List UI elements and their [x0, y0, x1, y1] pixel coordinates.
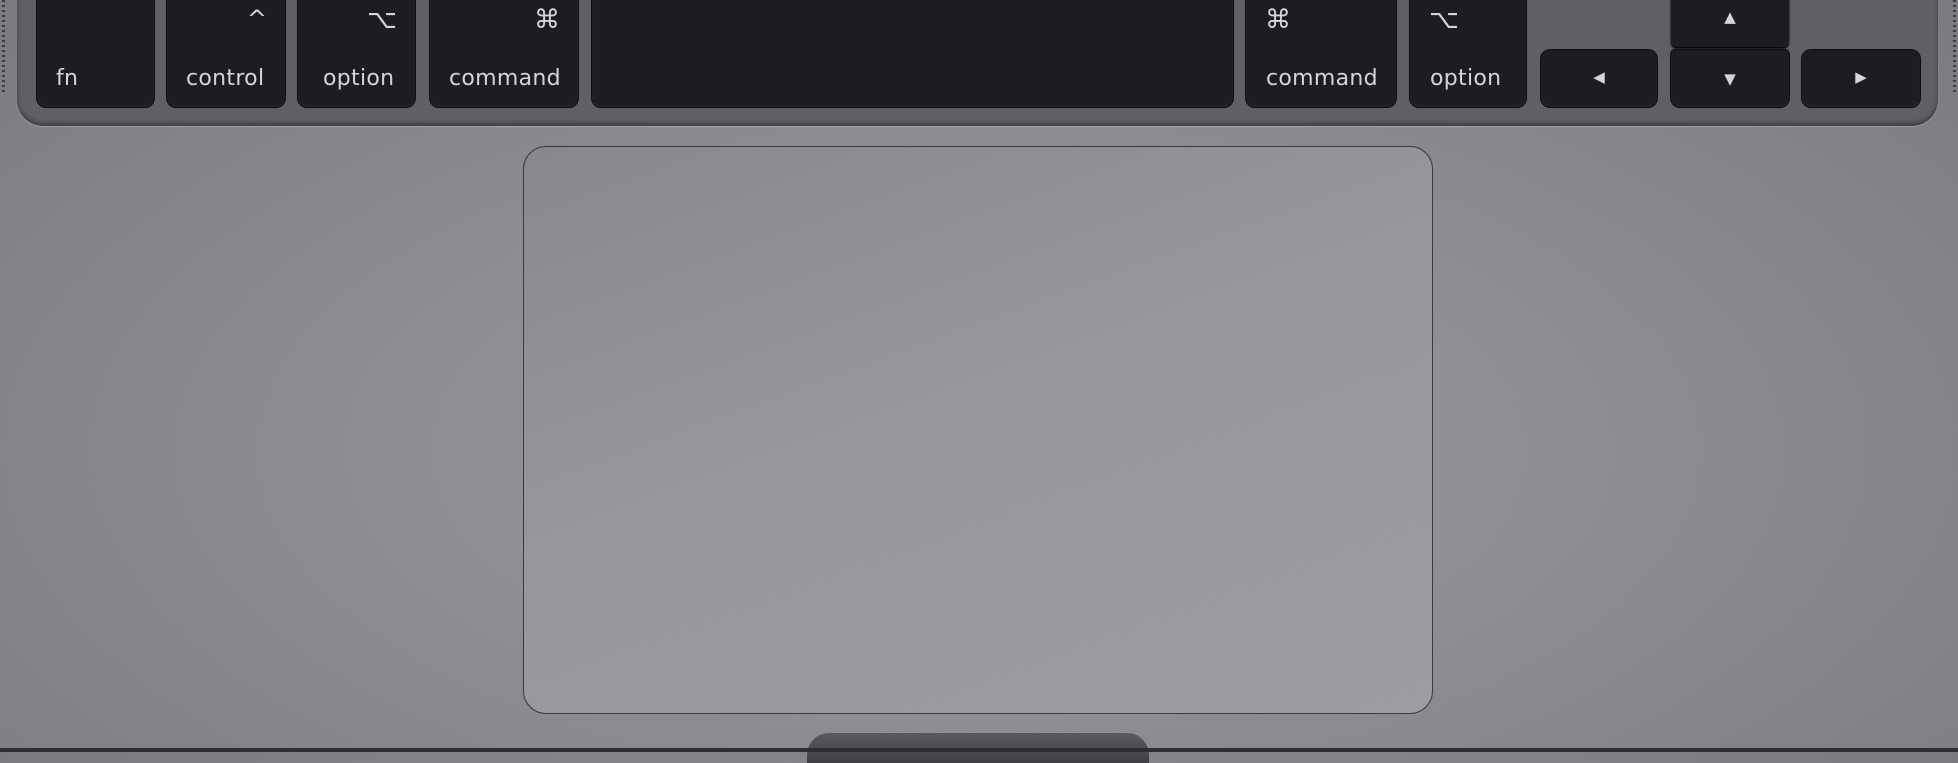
option-key-right[interactable]: ⌥ option [1410, 0, 1526, 107]
key-label: command [1266, 66, 1378, 91]
arrow-up-icon: ▲ [1724, 8, 1736, 26]
arrow-up-key[interactable]: ▲ [1671, 0, 1789, 47]
space-bar[interactable] [592, 0, 1233, 107]
option-icon: ⌥ [1429, 5, 1459, 35]
fn-key[interactable]: fn [37, 0, 154, 107]
arrow-down-icon: ▼ [1724, 70, 1736, 88]
key-label: fn [56, 66, 79, 91]
key-label: control [186, 66, 265, 91]
control-key[interactable]: ^ control [167, 0, 285, 107]
command-icon: ⌘ [1265, 5, 1291, 35]
command-key-left[interactable]: ⌘ command [430, 0, 578, 107]
key-label: command [449, 66, 561, 91]
speaker-grill-right [1953, 0, 1956, 95]
key-label: option [1430, 66, 1502, 91]
trackpad[interactable] [523, 146, 1433, 714]
arrow-left-icon: ◀ [1593, 68, 1605, 86]
arrow-left-key[interactable]: ◀ [1541, 50, 1657, 107]
arrow-right-key[interactable]: ▶ [1802, 50, 1920, 107]
arrow-right-icon: ▶ [1855, 68, 1867, 86]
front-edge [0, 748, 1958, 752]
speaker-grill-left [2, 0, 5, 95]
option-icon: ⌥ [367, 5, 397, 35]
command-icon: ⌘ [534, 5, 560, 35]
command-key-right[interactable]: ⌘ command [1246, 0, 1396, 107]
option-key-left[interactable]: ⌥ option [298, 0, 415, 107]
arrow-down-key[interactable]: ▼ [1671, 50, 1789, 107]
control-icon: ^ [246, 5, 267, 33]
key-label: option [323, 66, 395, 91]
